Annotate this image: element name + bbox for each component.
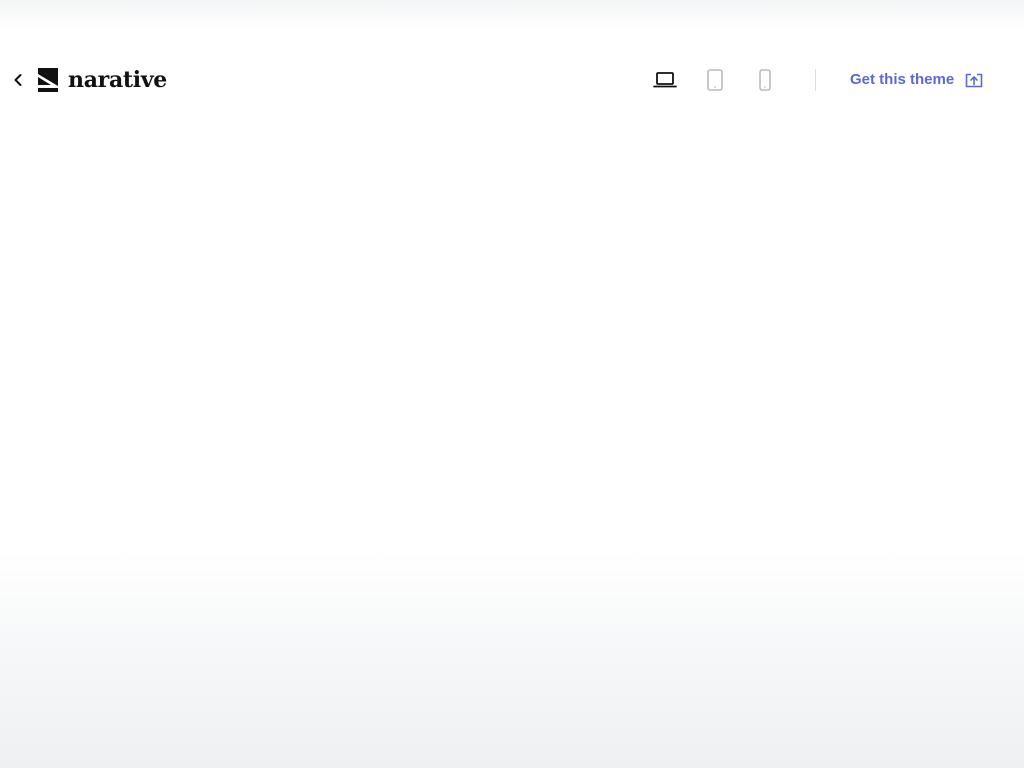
theme-preview-area xyxy=(0,120,1024,768)
back-button[interactable] xyxy=(8,68,28,92)
narative-logo-mark-icon xyxy=(38,68,60,92)
header-divider xyxy=(815,69,816,91)
laptop-icon xyxy=(653,72,677,88)
open-external-button[interactable] xyxy=(963,69,985,91)
get-theme-link[interactable]: Get this theme xyxy=(850,69,954,91)
preview-header: narative Get this theme xyxy=(0,55,1024,105)
narative-logo[interactable]: narative xyxy=(38,67,167,93)
logo-text: narative xyxy=(68,67,167,93)
open-external-icon xyxy=(965,73,983,88)
desktop-view-button[interactable] xyxy=(651,67,679,93)
chevron-left-icon xyxy=(14,74,22,86)
mobile-icon xyxy=(759,69,771,91)
tablet-view-button[interactable] xyxy=(701,67,729,93)
tablet-icon xyxy=(707,69,723,91)
mobile-view-button[interactable] xyxy=(751,67,779,93)
top-shadow xyxy=(0,0,1024,30)
